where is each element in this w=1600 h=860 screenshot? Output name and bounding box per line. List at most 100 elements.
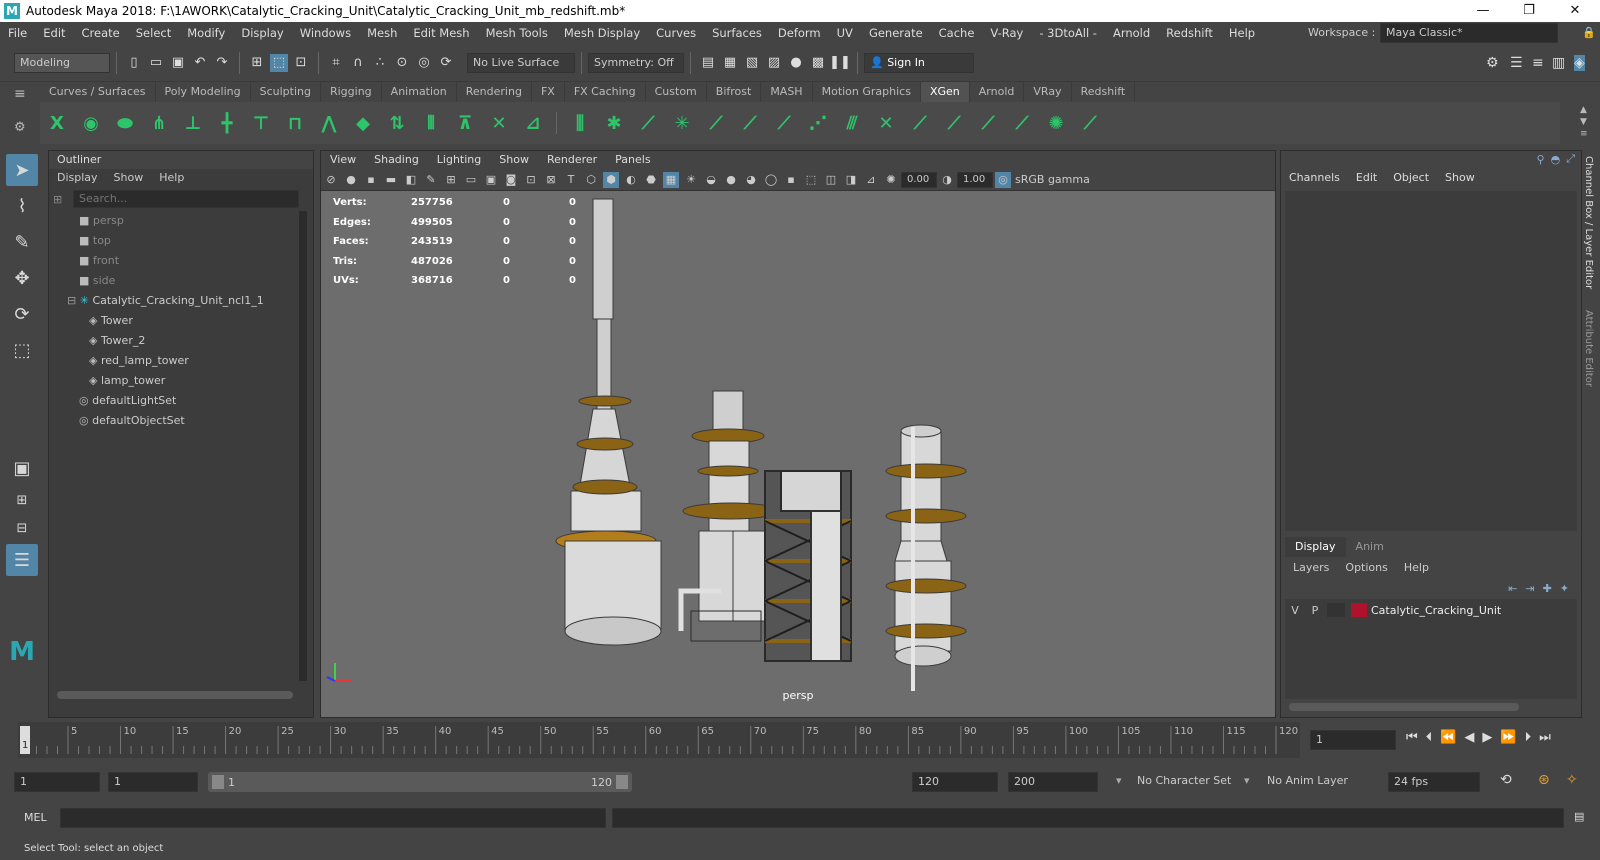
- menu-help[interactable]: Help: [1221, 22, 1263, 44]
- menu-mesh[interactable]: Mesh: [359, 22, 405, 44]
- shelf-tab-rigging[interactable]: Rigging: [321, 82, 382, 102]
- scale-tool-icon[interactable]: ⬚: [6, 334, 38, 366]
- channel-box-side-tab[interactable]: Channel Box / Layer Editor: [1583, 150, 1594, 300]
- film-gate-icon[interactable]: ▭: [463, 172, 479, 188]
- layer-playback-toggle[interactable]: P: [1305, 604, 1325, 617]
- xgen-sculpt-icon[interactable]: ⋀: [316, 108, 342, 138]
- xgen-brush-j-icon[interactable]: ⟋: [941, 108, 967, 138]
- outliner-scrollbar[interactable]: [299, 211, 307, 681]
- menu-generate[interactable]: Generate: [861, 22, 931, 44]
- character-set-dropdown-arrow-icon[interactable]: ▾: [1116, 774, 1122, 787]
- gate-mask-icon[interactable]: ◙: [503, 172, 519, 188]
- fps-dropdown[interactable]: 24 fps: [1388, 772, 1480, 792]
- viewport-menu-panels[interactable]: Panels: [606, 151, 659, 169]
- xgen-hair-icon[interactable]: ⫼: [567, 108, 593, 138]
- outliner-menu-show[interactable]: Show: [106, 169, 152, 187]
- command-input[interactable]: [60, 808, 606, 828]
- pause-icon[interactable]: ❚❚: [829, 54, 851, 72]
- xgen-preview-icon[interactable]: ◉: [78, 108, 104, 138]
- redshift-render-icon[interactable]: ▩: [809, 54, 827, 72]
- snap-surface-icon[interactable]: ◎: [415, 54, 433, 72]
- time-ruler[interactable]: 5 10 15 20 25 30 35 40 45 50 55 60 65 70 75 80 85 90 95 100…: [18, 722, 1300, 758]
- snap-live-icon[interactable]: ⟳: [437, 54, 455, 72]
- xgen-grooming-icon[interactable]: ⋔: [146, 108, 172, 138]
- anim-layer-dropdown-arrow-icon[interactable]: ▾: [1244, 774, 1250, 787]
- smooth-shade-icon[interactable]: ⬢: [603, 171, 619, 188]
- shelf-tab-fx[interactable]: FX: [532, 82, 565, 102]
- xgen-guide-icon[interactable]: ⊤: [248, 108, 274, 138]
- motion-blur-icon[interactable]: ◕: [743, 172, 759, 188]
- workspace-dropdown[interactable]: Maya Classic*: [1380, 23, 1558, 43]
- wireframe-icon[interactable]: ⬡: [583, 172, 599, 188]
- shadows-icon[interactable]: ◒: [703, 172, 719, 188]
- shelf-tab-mash[interactable]: MASH: [761, 82, 813, 102]
- image-plane-icon[interactable]: ▬: [383, 172, 399, 188]
- shelf-tab-poly-modeling[interactable]: Poly Modeling: [156, 82, 251, 102]
- lock-icon[interactable]: 🔒: [1582, 22, 1596, 44]
- select-component-icon[interactable]: ⊡: [292, 54, 310, 72]
- gamma-icon[interactable]: ◑: [939, 172, 955, 188]
- xgen-brush-l-icon[interactable]: ⟋: [1009, 108, 1035, 138]
- xgen-editor-icon[interactable]: X: [44, 108, 70, 138]
- menu-mesh-display[interactable]: Mesh Display: [556, 22, 648, 44]
- rotate-tool-icon[interactable]: ⟳: [6, 298, 38, 330]
- step-back-key-icon[interactable]: ⏪: [1440, 730, 1456, 745]
- channel-box-menu-object[interactable]: Object: [1385, 167, 1437, 189]
- animation-end-field[interactable]: 200: [1008, 772, 1098, 792]
- layer-menu-layers[interactable]: Layers: [1285, 561, 1337, 574]
- menu-redshift[interactable]: Redshift: [1158, 22, 1221, 44]
- menu-edit[interactable]: Edit: [35, 22, 73, 44]
- safe-title-icon[interactable]: T: [563, 172, 579, 188]
- symmetry-dropdown[interactable]: Symmetry: Off: [588, 52, 684, 73]
- outliner-search-input[interactable]: [73, 190, 299, 208]
- play-forward-icon[interactable]: ▶: [1482, 730, 1492, 745]
- layer-row[interactable]: V P Catalytic_Cracking_Unit: [1285, 599, 1577, 621]
- snap-view-icon[interactable]: ⊙: [393, 54, 411, 72]
- exposure-icon[interactable]: ✺: [883, 172, 899, 188]
- grease-pencil-icon[interactable]: ✎: [423, 172, 439, 188]
- xgen-brush-n-icon[interactable]: ⟋: [1077, 108, 1103, 138]
- menu-arnold[interactable]: Arnold: [1105, 22, 1158, 44]
- layer-color-swatch[interactable]: [1351, 603, 1367, 617]
- loop-icon[interactable]: ⟲: [1500, 772, 1512, 788]
- screen-space-ao-icon[interactable]: ●: [723, 172, 739, 188]
- shelf-tab-redshift[interactable]: Redshift: [1072, 82, 1136, 102]
- channel-box-menu-edit[interactable]: Edit: [1348, 167, 1385, 189]
- outliner-menu-help[interactable]: Help: [151, 169, 192, 187]
- open-scene-icon[interactable]: ▭: [147, 54, 165, 72]
- camera-select-icon[interactable]: ⊘: [323, 172, 339, 188]
- new-layer-icon[interactable]: ✚: [1543, 582, 1552, 595]
- menu-windows[interactable]: Windows: [292, 22, 359, 44]
- xgen-add-icon[interactable]: ╋: [214, 108, 240, 138]
- menu-uv[interactable]: UV: [829, 22, 861, 44]
- shelf-tab-animation[interactable]: Animation: [382, 82, 457, 102]
- save-scene-icon[interactable]: ▣: [169, 54, 187, 72]
- isolate-select-icon[interactable]: ⬚: [803, 172, 819, 188]
- xgen-brush-g-icon[interactable]: ⫻: [839, 108, 865, 138]
- shelf-tab-arnold[interactable]: Arnold: [970, 82, 1025, 102]
- range-start-handle[interactable]: [212, 775, 224, 789]
- menu-cache[interactable]: Cache: [931, 22, 983, 44]
- snap-point-icon[interactable]: ∴: [371, 54, 389, 72]
- layer-menu-options[interactable]: Options: [1337, 561, 1395, 574]
- play-backward-icon[interactable]: ◀: [1464, 730, 1474, 745]
- lights-icon[interactable]: ☀: [683, 172, 699, 188]
- single-perspective-icon[interactable]: ▣: [6, 452, 38, 484]
- shelf-tab-custom[interactable]: Custom: [646, 82, 707, 102]
- attribute-editor-icon[interactable]: ☰: [1510, 55, 1523, 71]
- xgen-brush-m-icon[interactable]: ✺: [1043, 108, 1069, 138]
- multisample-icon[interactable]: ◯: [763, 172, 779, 188]
- menu-surfaces[interactable]: Surfaces: [704, 22, 770, 44]
- channel-box-expand-icon[interactable]: ⤢: [1566, 152, 1575, 166]
- shelf-tab-xgen[interactable]: XGen: [920, 82, 970, 102]
- script-editor-icon[interactable]: ▤: [1574, 810, 1584, 823]
- undo-icon[interactable]: ↶: [191, 54, 209, 72]
- layer-hscrollbar[interactable]: [1289, 703, 1519, 711]
- channel-box-icon[interactable]: ▥: [1552, 55, 1565, 71]
- select-tool-icon[interactable]: ➤: [6, 154, 38, 186]
- step-forward-icon[interactable]: ⏵: [1525, 730, 1532, 745]
- depth-of-field-icon[interactable]: ▪: [783, 172, 799, 188]
- live-surface-field[interactable]: No Live Surface: [467, 52, 575, 73]
- snap-grid-icon[interactable]: ⌗: [327, 54, 345, 72]
- tool-settings-icon[interactable]: ≡: [1532, 55, 1544, 71]
